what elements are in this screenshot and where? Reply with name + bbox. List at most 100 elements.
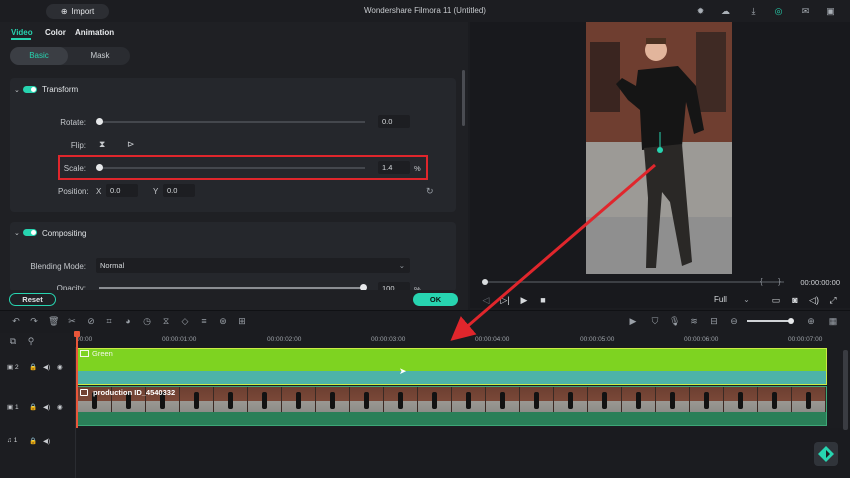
compositing-toggle[interactable]: [23, 229, 37, 236]
transform-heading: Transform: [42, 85, 79, 94]
tab-video[interactable]: Video: [11, 28, 33, 37]
save-icon[interactable]: ▣: [825, 6, 836, 17]
subtab-mask[interactable]: Mask: [70, 47, 130, 65]
blending-mode-label: Blending Mode:: [30, 262, 86, 271]
lock-icon[interactable]: 🔒: [29, 403, 37, 411]
tab-color[interactable]: Color: [45, 28, 66, 37]
delete-icon[interactable]: 🗑: [48, 316, 59, 326]
quality-select[interactable]: Full ⌄: [714, 295, 750, 304]
reset-button[interactable]: Reset: [9, 293, 56, 306]
video-thumbnail: [452, 387, 486, 412]
microphone-icon[interactable]: 🎙: [669, 316, 680, 326]
redo-icon[interactable]: ↷: [29, 316, 39, 326]
render-icon[interactable]: ▶: [628, 316, 638, 326]
timeline-scrollbar[interactable]: [843, 350, 848, 430]
subtab-basic[interactable]: Basic: [10, 47, 68, 65]
tab-animation[interactable]: Animation: [75, 28, 114, 37]
crop-icon[interactable]: ⌗: [104, 316, 114, 326]
reset-position-icon[interactable]: ↻: [426, 186, 434, 197]
transform-toggle[interactable]: [23, 86, 37, 93]
player-timecode: 00:00:00:00: [800, 278, 840, 287]
playhead-handle[interactable]: [74, 331, 80, 337]
headset-icon[interactable]: ◎: [773, 6, 784, 17]
cloud-icon[interactable]: ☁: [720, 6, 731, 17]
audio-icon[interactable]: ◀): [43, 437, 50, 445]
filmora-logo-icon[interactable]: [814, 442, 838, 466]
audio-track-lane[interactable]: [77, 428, 850, 450]
rotate-slider-track[interactable]: [99, 121, 365, 123]
link-icon[interactable]: ⚲: [26, 336, 36, 346]
lock-icon[interactable]: 🔒: [29, 437, 37, 445]
blending-mode-value: Normal: [100, 261, 125, 270]
zoom-slider-track[interactable]: [747, 320, 793, 322]
opacity-slider-track[interactable]: [99, 287, 365, 289]
monitor-icon[interactable]: ▭: [771, 295, 781, 306]
thumbnail-figure: [568, 392, 573, 409]
play-icon[interactable]: ▶: [519, 295, 529, 306]
active-tab-indicator: [11, 38, 31, 40]
undo-icon[interactable]: ↶: [11, 316, 21, 326]
rotate-label: Rotate:: [60, 118, 86, 127]
video-thumbnail: [214, 387, 248, 412]
voiceover-icon[interactable]: ≋: [689, 316, 699, 326]
playback-seekbar[interactable]: [484, 281, 784, 283]
add-track-icon[interactable]: ⧉: [8, 336, 18, 346]
lightbulb-icon[interactable]: ✹: [695, 6, 706, 17]
audio-icon[interactable]: ◀): [43, 363, 50, 371]
audio-mixer-icon[interactable]: ≡: [199, 316, 209, 326]
tag-icon[interactable]: ⊘: [86, 316, 96, 326]
chevron-down-icon[interactable]: ⌄: [14, 229, 20, 237]
stop-icon[interactable]: ■: [538, 295, 548, 305]
zoom-out-icon[interactable]: ⊖: [729, 316, 739, 326]
track-1-header: ▣ 1: [7, 403, 19, 411]
keyframe-icon[interactable]: ◇: [180, 316, 190, 326]
audio-icon[interactable]: ◀): [43, 403, 50, 411]
chevron-down-icon[interactable]: ⌄: [14, 86, 20, 94]
color-icon[interactable]: ◕: [123, 316, 133, 326]
mail-icon[interactable]: ✉: [800, 6, 811, 17]
motion-icon[interactable]: ⊞: [237, 316, 247, 326]
mark-in-icon[interactable]: {: [760, 277, 763, 286]
mark-out-icon[interactable]: }: [778, 277, 781, 286]
chevron-down-icon: ⌄: [398, 261, 405, 270]
panel-scrollbar[interactable]: [462, 70, 465, 126]
eye-icon[interactable]: ◉: [57, 403, 63, 411]
eye-icon[interactable]: ◉: [57, 363, 63, 371]
snapshot-icon[interactable]: ◙: [790, 295, 800, 305]
playback-seek-knob[interactable]: [482, 279, 488, 285]
thumbnail-figure: [330, 392, 335, 409]
subtitle-icon[interactable]: ⊟: [709, 316, 719, 326]
ai-icon[interactable]: ⊛: [218, 316, 228, 326]
flip-vertical-icon[interactable]: ⊳: [127, 139, 135, 150]
thumbnail-figure: [636, 392, 641, 409]
play-from-start-icon[interactable]: ▷|: [500, 295, 510, 306]
fullscreen-icon[interactable]: ⤢: [828, 295, 838, 306]
video-thumbnail: [282, 387, 316, 412]
download-icon[interactable]: ⤓: [748, 6, 759, 17]
step-back-icon[interactable]: ◁: [481, 295, 491, 306]
flip-horizontal-icon[interactable]: ⧗: [99, 139, 105, 150]
cut-icon[interactable]: ✂: [67, 316, 77, 326]
marker-icon[interactable]: ⛉: [650, 316, 660, 326]
position-x-input[interactable]: 0.0: [106, 184, 138, 197]
rotate-slider-knob[interactable]: [96, 118, 103, 125]
preview-video-frame[interactable]: [586, 22, 732, 274]
grid-icon[interactable]: ▦: [828, 316, 838, 326]
zoom-slider-knob[interactable]: [788, 318, 794, 324]
flip-label: Flip:: [70, 141, 86, 150]
ok-button[interactable]: OK: [413, 293, 458, 306]
volume-icon[interactable]: ◁): [809, 295, 819, 306]
playhead[interactable]: [76, 333, 78, 428]
freeze-frame-icon[interactable]: ⧖: [161, 316, 171, 326]
rotate-input[interactable]: 0.0: [378, 115, 410, 128]
blending-mode-select[interactable]: Normal ⌄: [96, 258, 410, 273]
speed-icon[interactable]: ◷: [142, 316, 152, 326]
zoom-in-icon[interactable]: ⊕: [806, 316, 816, 326]
thumbnail-figure: [466, 392, 471, 409]
video-thumbnail: [690, 387, 724, 412]
green-clip-waveform: [78, 371, 826, 384]
thumbnail-figure: [806, 392, 811, 409]
lock-icon[interactable]: 🔒: [29, 363, 37, 371]
position-y-input[interactable]: 0.0: [163, 184, 195, 197]
audio-track-index: 1: [13, 437, 18, 444]
